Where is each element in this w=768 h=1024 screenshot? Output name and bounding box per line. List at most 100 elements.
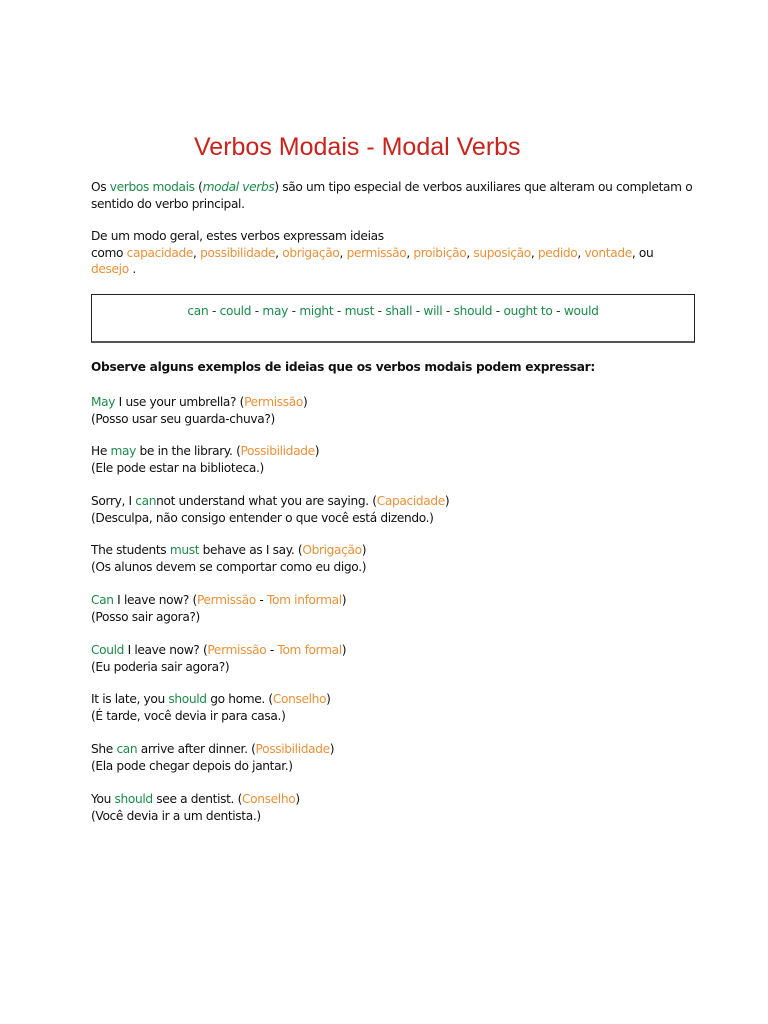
idea-label: Permissão bbox=[196, 593, 256, 607]
sentence-text: ) bbox=[314, 444, 320, 458]
sentence-text: I leave now? ( bbox=[124, 643, 208, 657]
example-item: Could I leave now? (Permissão - Tom form… bbox=[91, 642, 347, 675]
idea-separator: , bbox=[530, 245, 538, 260]
term-verbos-modais: verbos modais bbox=[109, 180, 195, 194]
modal-separator: - bbox=[288, 304, 300, 318]
sentence-text: arrive after dinner. ( bbox=[137, 742, 256, 756]
example-sentence: Could I leave now? (Permissão - Tom form… bbox=[91, 642, 347, 659]
modal-verb: may bbox=[110, 444, 137, 458]
idea-tone: Tom informal bbox=[267, 593, 342, 607]
example-item: Can I leave now? (Permissão - Tom inform… bbox=[91, 592, 347, 625]
sentence-text: The students bbox=[91, 543, 170, 557]
example-item: The students must behave as I say. (Obri… bbox=[91, 542, 367, 575]
modal-verb: should bbox=[168, 692, 207, 706]
modal-verb: could bbox=[219, 304, 252, 318]
example-translation: (Você devia ir a um dentista.) bbox=[91, 808, 261, 823]
example-sentence: He may be in the library. (Possibilidade… bbox=[91, 443, 320, 460]
intro-line-2: sentido do verbo principal. bbox=[91, 196, 245, 211]
sentence-text: ) bbox=[329, 742, 335, 756]
sentence-text: You bbox=[91, 792, 115, 806]
idea-term: desejo bbox=[91, 262, 129, 276]
example-item: It is late, you should go home. (Conselh… bbox=[91, 691, 331, 724]
example-item: He may be in the library. (Possibilidade… bbox=[91, 443, 320, 476]
sentence-text: go home. ( bbox=[206, 692, 273, 706]
modal-verb: must bbox=[344, 304, 375, 318]
modal-verb: Could bbox=[91, 643, 125, 657]
idea-term: suposição bbox=[473, 245, 531, 260]
idea-label: Capacidade bbox=[376, 494, 446, 508]
sentence-text: It is late, you bbox=[91, 692, 169, 706]
modal-verb: should bbox=[114, 792, 153, 806]
sentence-text: I leave now? ( bbox=[113, 593, 197, 607]
sentence-text: ) bbox=[361, 543, 367, 557]
modal-verbs-box: can - could - may - might - must - shall… bbox=[91, 294, 695, 343]
idea-label: Conselho bbox=[242, 792, 296, 806]
ideas-end: . bbox=[128, 262, 136, 276]
sentence-text: ) bbox=[303, 395, 308, 409]
ideas-line-3: desejo . bbox=[91, 261, 653, 278]
idea-term: obrigação bbox=[282, 245, 340, 260]
idea-label: Permissão bbox=[244, 395, 304, 409]
idea-label: Possibilidade bbox=[240, 444, 315, 458]
example-translation: (É tarde, você devia ir para casa.) bbox=[91, 708, 286, 723]
sentence-text: ) bbox=[326, 692, 331, 706]
idea-separator: , ou bbox=[631, 245, 654, 260]
idea-separator: , bbox=[339, 245, 347, 260]
example-translation: (Ele pode estar na biblioteca.) bbox=[91, 460, 264, 475]
example-sentence: Sorry, I cannot understand what you are … bbox=[91, 493, 450, 510]
example-translation: (Desculpa, não consigo entender o que vo… bbox=[91, 510, 434, 525]
modal-verbs-list: can - could - may - might - must - shall… bbox=[92, 304, 694, 318]
modal-separator: - bbox=[442, 304, 454, 318]
idea-term: capacidade bbox=[126, 245, 194, 260]
example-item: Sorry, I cannot understand what you are … bbox=[91, 493, 450, 526]
page-title: Verbos Modais - Modal Verbs bbox=[194, 133, 521, 161]
idea-label: Permissão bbox=[207, 643, 267, 657]
example-item: She can arrive after dinner. (Possibilid… bbox=[91, 741, 335, 774]
modal-verb: shall bbox=[385, 304, 413, 318]
intro-paragraph: Os verbos modais (modal verbs) são um ti… bbox=[91, 179, 693, 212]
modal-separator: - bbox=[251, 304, 263, 318]
modal-verb: can bbox=[187, 304, 209, 318]
example-sentence: She can arrive after dinner. (Possibilid… bbox=[91, 741, 335, 758]
sentence-text: not understand what you are saying. ( bbox=[156, 494, 377, 508]
modal-separator: - bbox=[208, 304, 220, 318]
sentence-text: He bbox=[91, 444, 111, 458]
sentence-text: ) bbox=[341, 593, 347, 607]
sentence-text: see a dentist. ( bbox=[152, 792, 243, 806]
example-translation: (Posso sair agora?) bbox=[91, 609, 200, 624]
example-item: You should see a dentist. (Conselho) (Voc… bbox=[91, 791, 300, 824]
example-translation: (Eu poderia sair agora?) bbox=[91, 659, 230, 674]
sentence-text: behave as I say. ( bbox=[199, 543, 303, 557]
idea-separator: - bbox=[266, 643, 278, 657]
term-modal-verbs: modal verbs bbox=[202, 180, 275, 194]
intro-text: ( bbox=[194, 180, 203, 194]
example-translation: (Os alunos devem se comportar como eu di… bbox=[91, 559, 367, 574]
modal-separator: - bbox=[333, 304, 345, 318]
idea-term: vontade bbox=[584, 245, 632, 260]
idea-separator: - bbox=[255, 593, 267, 607]
idea-term: possibilidade bbox=[200, 245, 276, 260]
ideas-line-1: De um modo geral, estes verbos expressam… bbox=[91, 229, 384, 243]
example-sentence: It is late, you should go home. (Conselh… bbox=[91, 691, 331, 708]
modal-verb: might bbox=[299, 304, 334, 318]
ideas-paragraph: De um modo geral, estes verbos expressam… bbox=[91, 228, 654, 278]
example-sentence: May I use your umbrella? (Permissão) bbox=[91, 394, 308, 411]
sentence-text: She bbox=[91, 742, 117, 756]
modal-verb: Can bbox=[91, 593, 114, 607]
modal-verb: can bbox=[135, 494, 157, 508]
idea-tone: Tom formal bbox=[277, 643, 342, 657]
example-translation: (Ela pode chegar depois do jantar.) bbox=[91, 758, 293, 773]
idea-term: permissão bbox=[346, 245, 407, 260]
ideas-line-2: como capacidade, possibilidade, obrigaçã… bbox=[91, 245, 654, 262]
modal-separator: - bbox=[492, 304, 504, 318]
modal-verb: May bbox=[91, 395, 116, 409]
sentence-text: be in the library. ( bbox=[136, 444, 241, 458]
modal-verb: can bbox=[116, 742, 138, 756]
idea-label: Obrigação bbox=[302, 543, 362, 557]
modal-verb: may bbox=[262, 304, 289, 318]
sentence-text: ) bbox=[295, 792, 300, 806]
modal-verb: will bbox=[423, 304, 443, 318]
modal-verb: must bbox=[169, 543, 200, 557]
sentence-text: ) bbox=[444, 494, 450, 508]
example-sentence: Can I leave now? (Permissão - Tom inform… bbox=[91, 592, 347, 609]
